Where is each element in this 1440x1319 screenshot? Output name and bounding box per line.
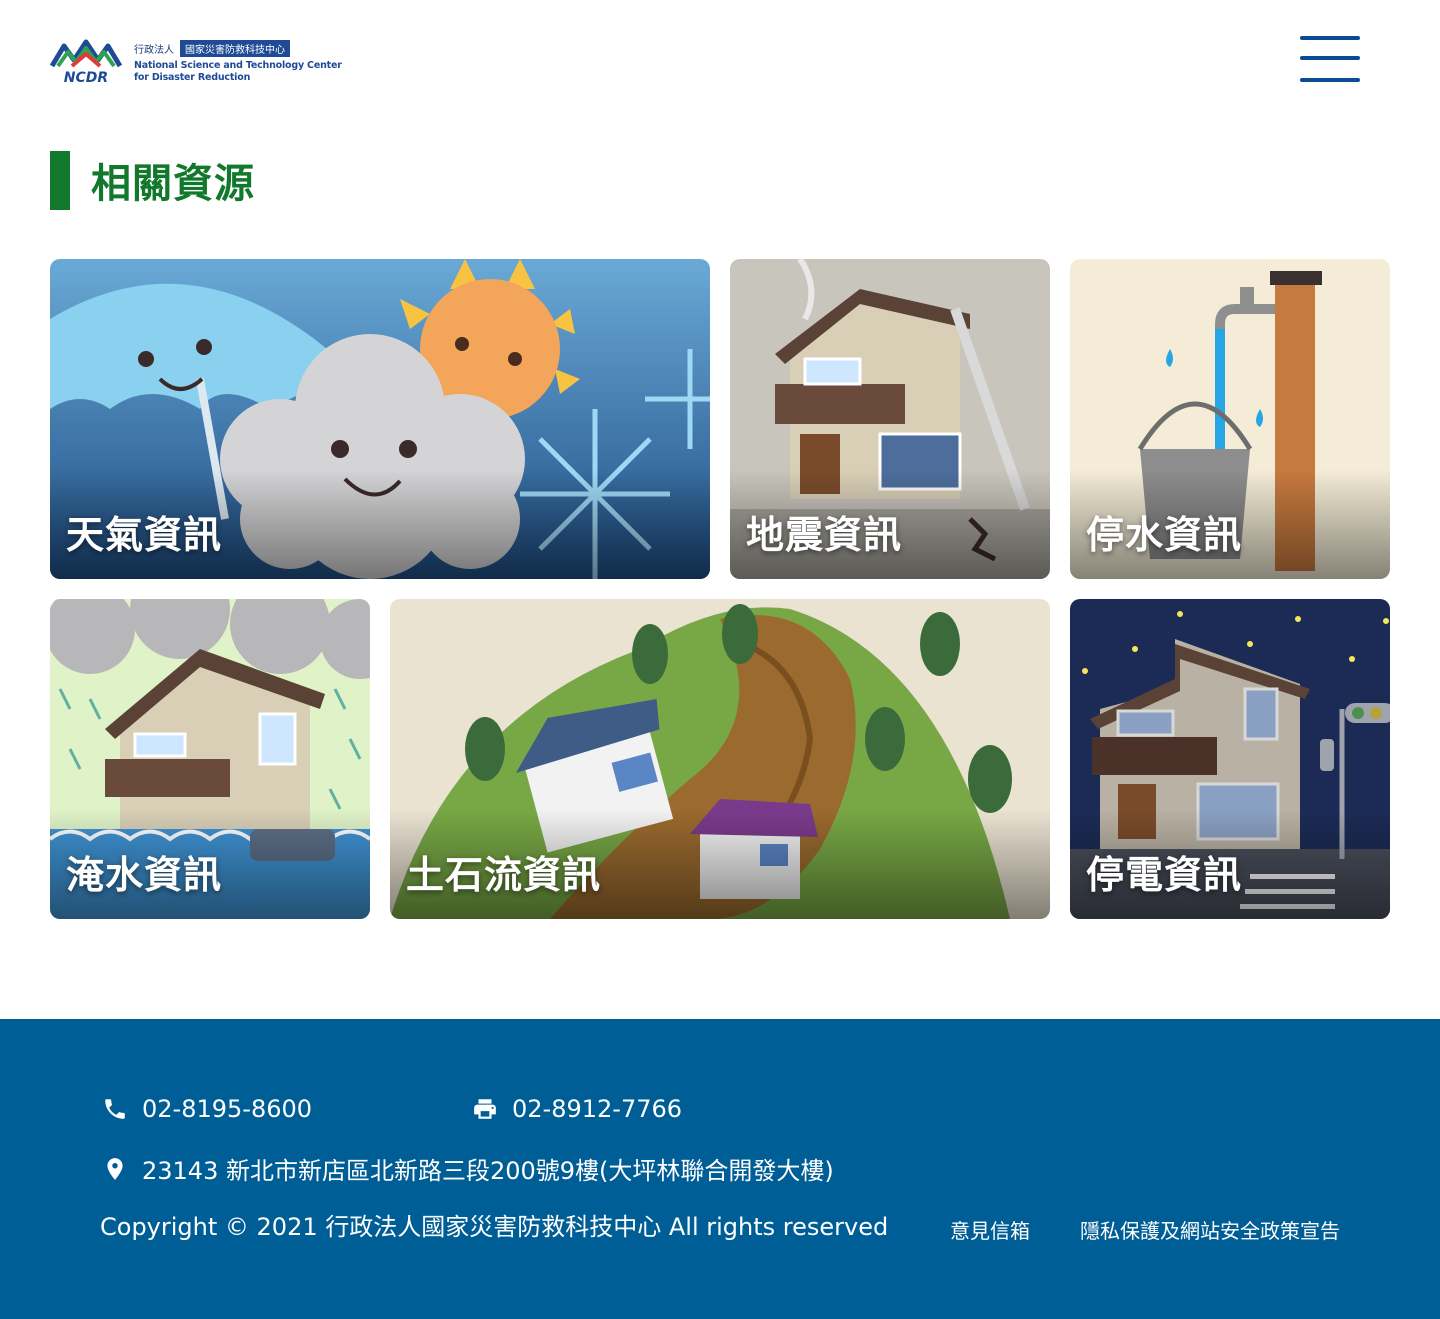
fax-number: 02-8912-7766 [512, 1095, 683, 1123]
footer-link-privacy[interactable]: 隱私保護及網站安全政策宣告 [1080, 1215, 1340, 1244]
footer-link-mailbox[interactable]: 意見信箱 [950, 1215, 1030, 1244]
card-label-weather: 天氣資訊 [66, 513, 223, 557]
page-title: 相關資源 [91, 161, 255, 207]
section-heading: 相關資源 [50, 150, 255, 210]
card-label-debris-flow: 土石流資訊 [406, 853, 602, 897]
ncdr-logo-icon: NCDR [50, 39, 122, 84]
menu-bar [1300, 78, 1360, 82]
svg-text:NCDR: NCDR [64, 70, 108, 84]
menu-bar [1300, 36, 1360, 40]
card-earthquake-info[interactable]: 地震資訊 [730, 259, 1050, 579]
card-flood-info[interactable]: 淹水資訊 [50, 599, 370, 919]
card-label-power-outage: 停電資訊 [1086, 853, 1243, 897]
logo-name-zh: 國家災害防救科技中心 [180, 40, 290, 57]
card-label-flood: 淹水資訊 [66, 853, 223, 897]
footer-phone: 02-8195-8600 [102, 1095, 312, 1123]
printer-icon [474, 1099, 496, 1119]
card-weather-info[interactable]: 天氣資訊 [50, 259, 710, 579]
card-label-water-outage: 停水資訊 [1086, 513, 1243, 557]
copyright-text: Copyright © 2021 行政法人國家災害防救科技中心 All righ… [100, 1213, 889, 1241]
phone-number: 02-8195-8600 [142, 1095, 313, 1123]
hamburger-icon[interactable] [1300, 36, 1360, 84]
card-power-outage-info[interactable]: 停電資訊 [1070, 599, 1390, 919]
menu-bar [1300, 56, 1360, 60]
logo-org-prefix: 行政法人 [134, 45, 174, 56]
card-label-earthquake: 地震資訊 [746, 513, 903, 557]
site-footer: 02-8195-8600 02-8912-7766 23143 新北市新店區北新… [0, 1019, 1440, 1319]
card-debris-flow-info[interactable]: 土石流資訊 [390, 599, 1050, 919]
title-accent-bar [50, 150, 70, 210]
card-water-outage-info[interactable]: 停水資訊 [1070, 259, 1390, 579]
address-text: 23143 新北市新店區北新路三段200號9樓(大坪林聯合開發大樓) [142, 1157, 834, 1185]
footer-address: 23143 新北市新店區北新路三段200號9樓(大坪林聯合開發大樓) [102, 1151, 834, 1186]
site-logo[interactable]: NCDR 行政法人 國家災害防救科技中心 National Science an… [50, 38, 342, 86]
phone-icon [105, 1099, 125, 1119]
logo-wordmark: 行政法人 國家災害防救科技中心 National Science and Tec… [134, 40, 342, 86]
site-header: NCDR 行政法人 國家災害防救科技中心 National Science an… [0, 0, 1440, 120]
footer-fax: 02-8912-7766 [472, 1095, 682, 1123]
logo-name-en-line1: National Science and Technology Center [134, 60, 342, 71]
location-pin-icon [107, 1157, 123, 1180]
logo-name-en-line2: for Disaster Reduction [134, 72, 251, 83]
